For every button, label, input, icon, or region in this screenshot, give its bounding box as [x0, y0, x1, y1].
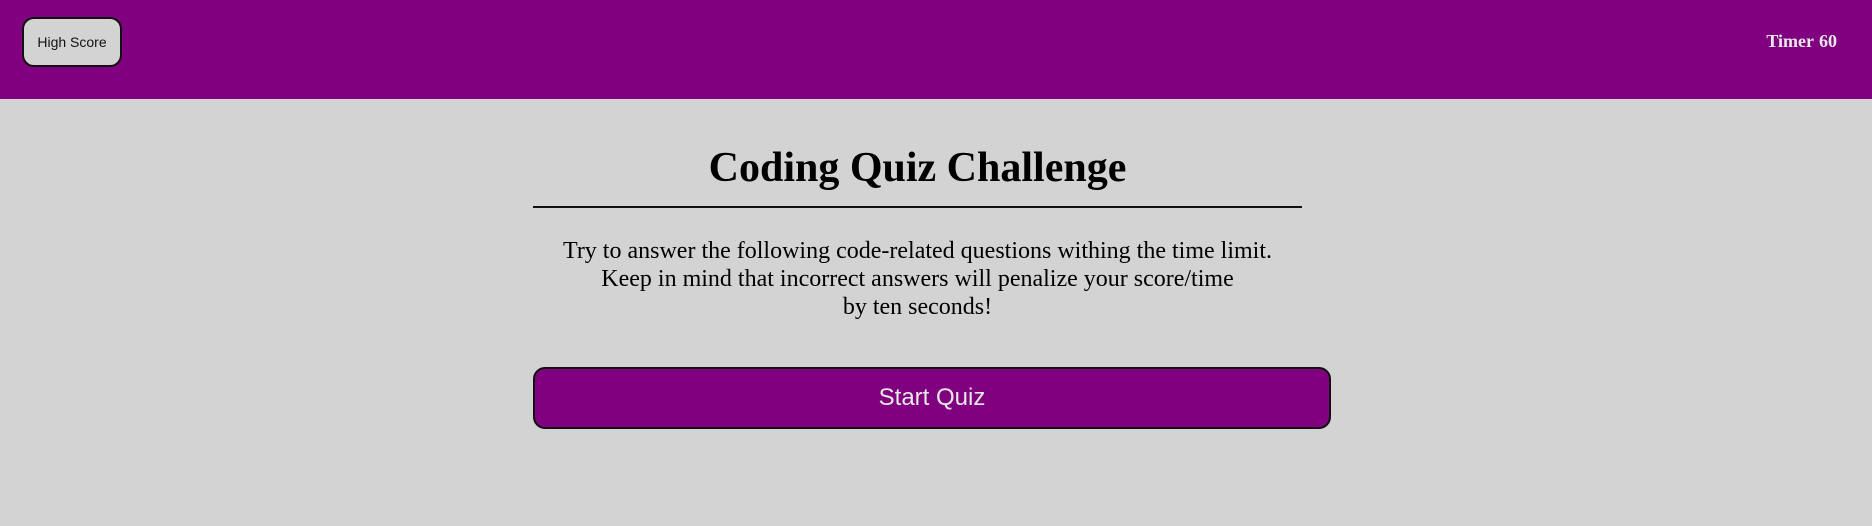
- intro-text: Try to answer the following code-related…: [513, 237, 1322, 321]
- title-divider: [533, 206, 1302, 208]
- page-title: Coding Quiz Challenge: [708, 145, 1127, 191]
- intro-line-2: Keep in mind that incorrect answers will…: [601, 266, 1234, 292]
- high-score-button[interactable]: High Score: [22, 17, 122, 67]
- timer-label: Timer: [1766, 31, 1814, 51]
- intro-line-1: Try to answer the following code-related…: [563, 238, 1272, 264]
- timer-value: 60: [1819, 31, 1837, 51]
- intro-line-3: by ten seconds!: [842, 294, 993, 320]
- start-quiz-button[interactable]: Start Quiz: [533, 367, 1331, 429]
- top-bar: High Score Timer 60: [0, 0, 1872, 99]
- timer: Timer 60: [1766, 31, 1837, 52]
